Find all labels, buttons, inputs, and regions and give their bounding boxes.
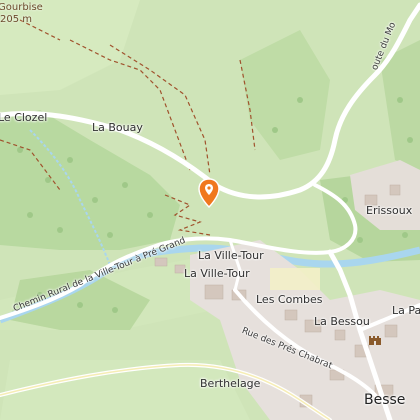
place-label-la-ville-tour-1: La Ville-Tour	[198, 249, 264, 262]
map-pin-icon	[198, 178, 220, 209]
castle-icon	[368, 330, 382, 345]
map-viewport[interactable]: Gourbise 205 m Le Clozel La Bouay Erisso…	[0, 0, 420, 420]
place-label-besse: Besse	[364, 392, 406, 408]
place-label-les-combes: Les Combes	[256, 293, 323, 306]
place-label-berthelage: Berthelage	[200, 377, 261, 390]
place-label-la-bessou: La Bessou	[314, 315, 370, 328]
peak-elevation-label: 205 m	[0, 14, 33, 25]
place-label-le-clozel: Le Clozel	[0, 111, 48, 124]
peak-name-label: Gourbise	[0, 2, 43, 13]
map-pin-marker[interactable]	[198, 178, 220, 209]
sports-field	[270, 268, 320, 290]
map-base-layer	[0, 0, 420, 420]
place-label-la-ville-tour-2: La Ville-Tour	[184, 267, 250, 280]
place-label-erissoux: Erissoux	[366, 204, 413, 217]
place-label-la-pa: La Pa	[392, 304, 420, 317]
place-label-la-bouay: La Bouay	[92, 121, 143, 134]
